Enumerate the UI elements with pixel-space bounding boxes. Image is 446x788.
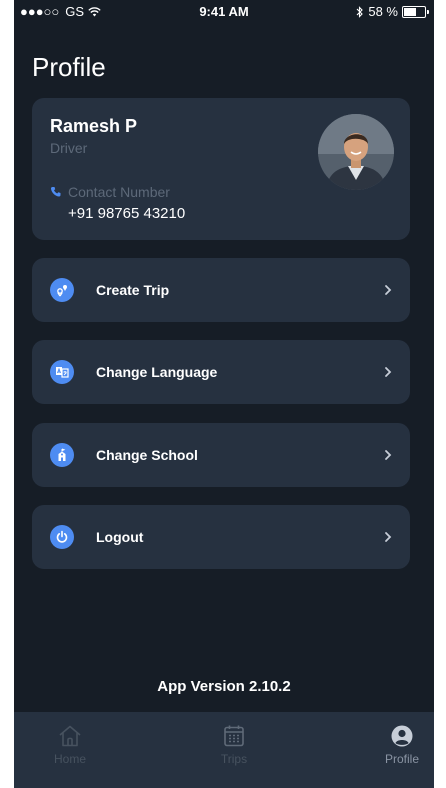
avatar-photo (318, 114, 394, 190)
menu-change-school[interactable]: Change School (32, 423, 410, 487)
profile-card: Ramesh P Driver Contact Number +91 98765… (32, 98, 410, 240)
user-icon (391, 725, 413, 747)
profile-name: Ramesh P (50, 116, 138, 136)
profile-role: Driver (50, 140, 88, 156)
phone-screen: ●●●○○ GS 9:41 AM 58 % Profile Ramesh P D… (14, 0, 434, 788)
battery-percent: 58 % (368, 4, 398, 19)
bottom-tab-bar: Home Trips Profile (14, 712, 434, 788)
menu-label-change-language: Change Language (96, 364, 218, 380)
menu-label-change-school: Change School (96, 447, 198, 463)
tab-home[interactable]: Home (30, 724, 110, 766)
home-icon (59, 725, 81, 747)
avatar[interactable] (318, 114, 394, 190)
menu-label-create-trip: Create Trip (96, 282, 170, 298)
tab-trips[interactable]: Trips (194, 724, 274, 766)
chevron-right-icon (385, 450, 392, 460)
chevron-right-icon (385, 285, 392, 295)
phone-icon (50, 187, 61, 197)
contact-label-text: Contact Number (68, 184, 170, 200)
calendar-icon (224, 725, 244, 747)
bluetooth-icon (356, 5, 364, 18)
tab-trips-label: Trips (220, 752, 248, 766)
menu-change-language[interactable]: Change Language (32, 340, 410, 404)
tab-profile[interactable]: Profile (362, 724, 434, 766)
battery-icon (402, 5, 429, 18)
app-version: App Version 2.10.2 (157, 678, 291, 695)
menu-label-logout: Logout (96, 529, 144, 545)
tab-home-label: Home (53, 752, 86, 766)
chevron-right-icon (385, 367, 392, 377)
menu-logout[interactable]: Logout (32, 505, 410, 569)
battery-fill (404, 7, 416, 16)
chevron-right-icon (385, 532, 392, 542)
menu-create-trip[interactable]: Create Trip (32, 258, 410, 322)
status-bar: ●●●○○ GS 9:41 AM 58 % (14, 0, 434, 22)
power-icon (50, 525, 74, 549)
school-icon (50, 443, 74, 467)
contact-number[interactable]: +91 98765 43210 (68, 205, 185, 222)
create-trip-icon (50, 278, 74, 302)
status-right: 58 % (356, 4, 429, 19)
contact-label: Contact Number (50, 184, 170, 200)
language-icon (50, 360, 74, 384)
page-title: Profile (32, 52, 106, 82)
tab-profile-label: Profile (384, 752, 419, 766)
